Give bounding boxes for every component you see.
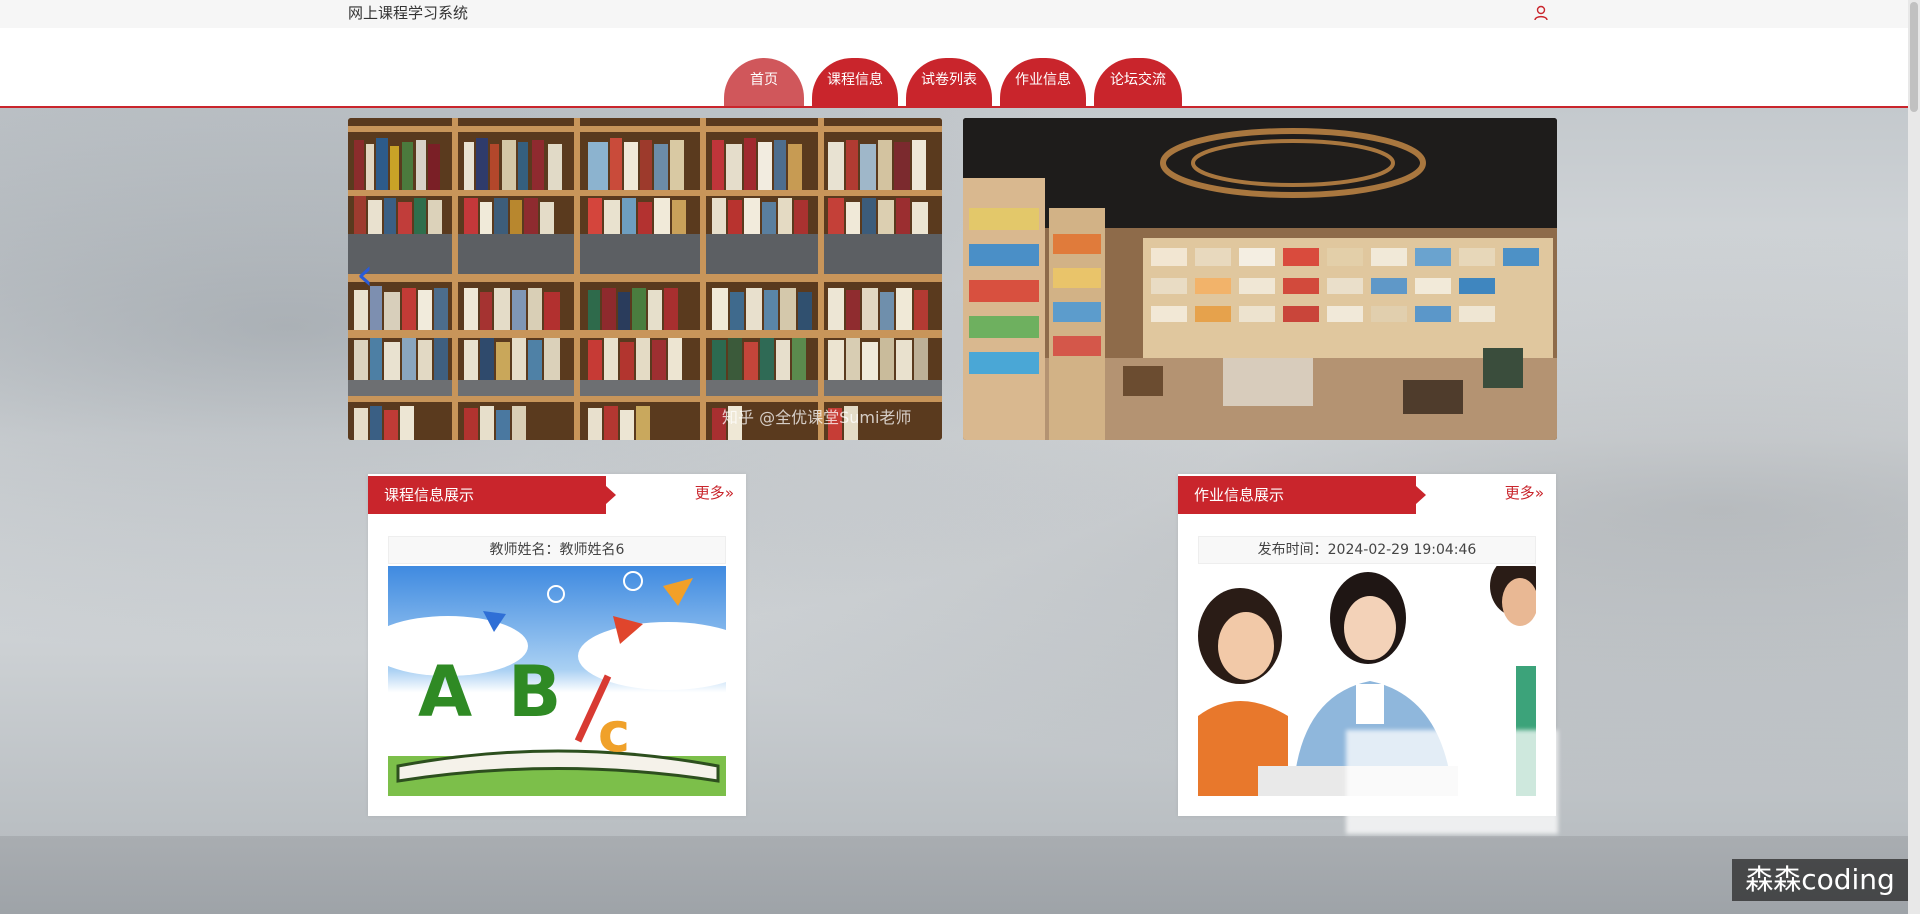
tab-exam-list-label: 试卷列表 — [921, 72, 977, 88]
course-panel-title: 课程信息展示 — [384, 486, 475, 504]
homework-panel-title: 作业信息展示 — [1194, 486, 1285, 504]
abc-book-illustration: A B c — [388, 566, 726, 796]
homework-panel-header: 作业信息展示 — [1178, 476, 1426, 514]
footer-background — [0, 836, 1920, 914]
tab-homework-info[interactable]: 作业信息 — [1000, 58, 1086, 106]
tab-exam-list[interactable]: 试卷列表 — [906, 58, 992, 106]
user-icon[interactable] — [1532, 4, 1550, 22]
svg-text:A: A — [418, 651, 472, 733]
vertical-scrollbar[interactable] — [1908, 0, 1920, 914]
svg-text:B: B — [508, 651, 561, 733]
corner-watermark: 森森coding — [1732, 859, 1908, 901]
banner-image-bookshelf[interactable]: 知乎 @全优课堂Sumi老师 — [348, 118, 942, 440]
carousel-prev-arrow-icon[interactable]: ‹ — [356, 253, 386, 297]
tab-course-info-label: 课程信息 — [827, 72, 883, 88]
double-chevron-right-icon: » — [1534, 484, 1544, 502]
blurred-overlay — [1346, 730, 1558, 834]
svg-text:c: c — [598, 701, 630, 764]
course-more-link[interactable]: 更多» — [695, 482, 734, 503]
tab-forum[interactable]: 论坛交流 — [1094, 58, 1182, 106]
course-card-image[interactable]: A B c — [388, 566, 726, 796]
tab-homework-info-label: 作业信息 — [1015, 72, 1071, 88]
banner-image-bookstore[interactable] — [963, 118, 1557, 440]
double-chevron-right-icon: » — [724, 484, 734, 502]
tab-course-info[interactable]: 课程信息 — [812, 58, 898, 106]
homework-more-label: 更多 — [1504, 484, 1535, 502]
homework-more-link[interactable]: 更多» — [1505, 482, 1544, 503]
bookstore-illustration — [963, 118, 1557, 440]
course-panel-header: 课程信息展示 — [368, 476, 616, 514]
site-title: 网上课程学习系统 — [348, 4, 469, 22]
top-bar: 网上课程学习系统 — [0, 0, 1920, 29]
course-more-label: 更多 — [694, 484, 725, 502]
course-info-panel: 课程信息展示 更多» 教师姓名：教师姓名6 A B c — [368, 474, 746, 816]
main-nav: 首页 课程信息 试卷列表 作业信息 论坛交流 — [0, 28, 1908, 108]
page-background — [0, 108, 1908, 838]
banner-overlay-text: 知乎 @全优课堂Sumi老师 — [722, 408, 912, 427]
bookshelf-illustration — [348, 118, 942, 440]
scrollbar-thumb[interactable] — [1910, 2, 1918, 112]
tab-forum-label: 论坛交流 — [1110, 72, 1166, 88]
homework-card-caption: 发布时间：2024-02-29 19:04:46 — [1198, 536, 1536, 564]
tab-home-label: 首页 — [750, 72, 778, 88]
tab-home[interactable]: 首页 — [724, 58, 804, 106]
course-card-caption: 教师姓名：教师姓名6 — [388, 536, 726, 564]
